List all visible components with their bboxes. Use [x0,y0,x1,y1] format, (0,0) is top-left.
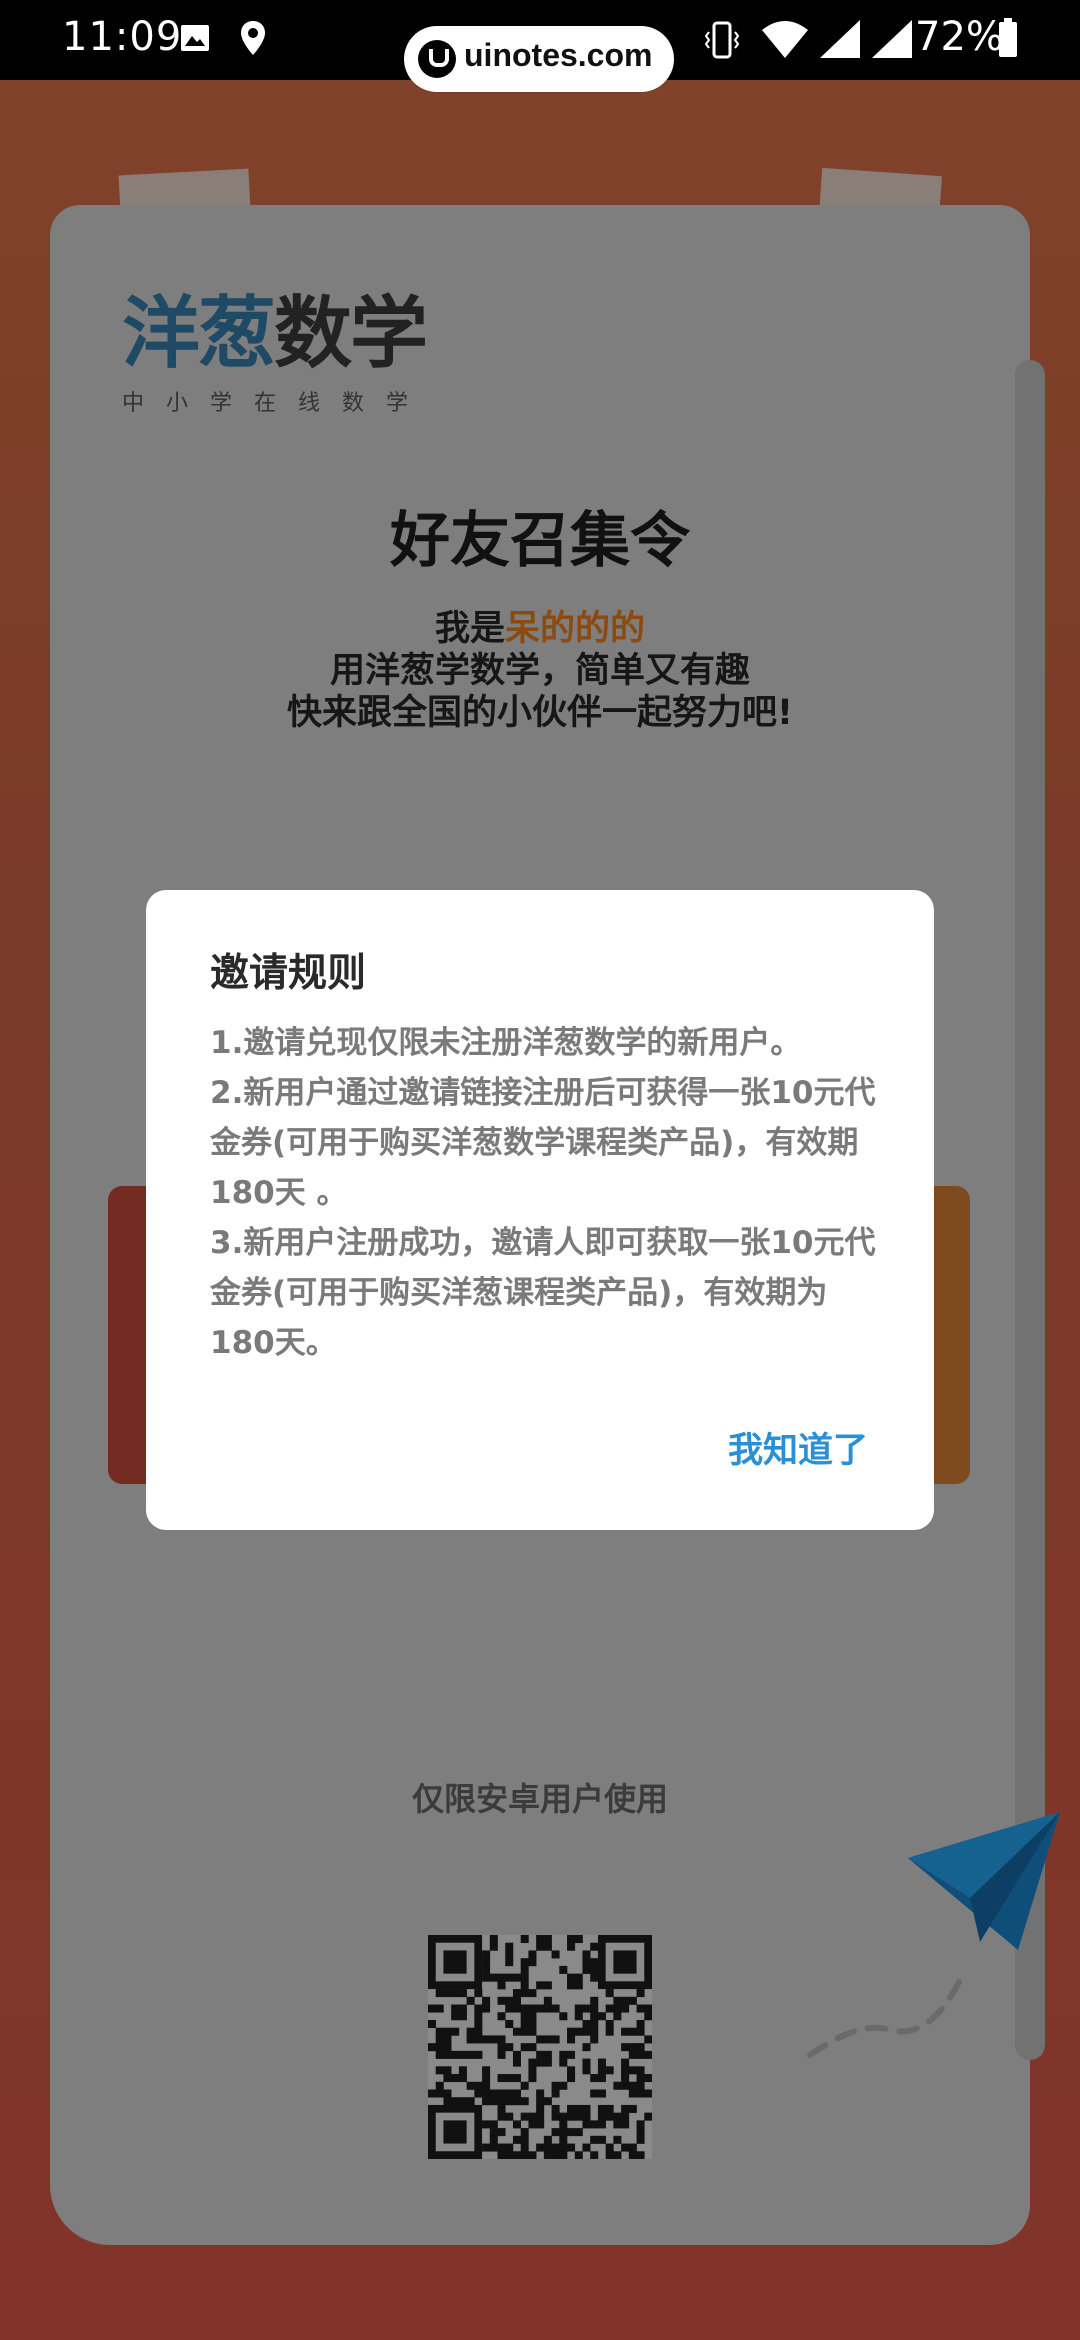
status-time: 11:09 [62,14,183,60]
intro-line-3: 快来跟全国的小伙伴一起努力吧! [287,693,793,733]
rule-item-1: 1.邀请兑现仅限未注册洋葱数学的新用户。 [210,1025,802,1061]
wifi-icon [762,21,808,58]
paper-plane-icon [908,1812,1060,1950]
brand-name-suffix: 数学 [274,289,428,379]
dialog-title: 邀请规则 [210,951,367,996]
rule-item-2: 2.新用户通过邀请链接注册后可获得一张10元代金券(可用于购买洋葱数学课程类产品… [210,1075,876,1211]
signal-icon-2 [872,20,912,58]
qr-code [428,1935,652,2159]
brand-name: 洋葱数学 [122,295,430,373]
brand-logo: 洋葱数学 中小学在线数学 [122,295,430,417]
brand-name-prefix: 洋葱 [122,289,276,379]
intro-line-2: 用洋葱学数学，简单又有趣 [329,651,750,691]
signal-icon [820,20,860,58]
location-icon [241,21,265,55]
user-name: 呆的的的 [505,609,646,649]
brand-tagline: 中小学在线数学 [122,391,431,416]
vibrate-icon [705,21,739,59]
watermark-text: uinotes.com [464,37,653,73]
poster-intro: 我是呆的的的 用洋葱学数学，简单又有趣 快来跟全国的小伙伴一起努力吧! [0,608,1080,734]
rule-item-3: 3.新用户注册成功，邀请人即可获取一张10元代金券(可用于购买洋葱课程类产品)，… [210,1225,876,1361]
rules-list: 1.邀请兑现仅限未注册洋葱数学的新用户。 2.新用户通过邀请链接注册后可获得一张… [210,1018,890,1368]
poster-title: 好友召集令 [390,506,690,576]
watermark-logo-icon [418,40,456,78]
got-it-button[interactable]: 我知道了 [728,1422,868,1473]
qr-code-pattern [428,1935,652,2159]
flight-path-decoration [807,1977,963,2058]
intro-prefix: 我是 [434,609,505,649]
watermark-badge: uinotes.com [404,26,674,92]
image-icon [181,25,209,51]
battery-icon [999,18,1017,57]
battery-percent: 72% [915,14,1004,60]
invite-rules-dialog: 邀请规则 1.邀请兑现仅限未注册洋葱数学的新用户。 2.新用户通过邀请链接注册后… [146,890,934,1530]
intro-line-1: 我是呆的的的 [0,608,1080,650]
